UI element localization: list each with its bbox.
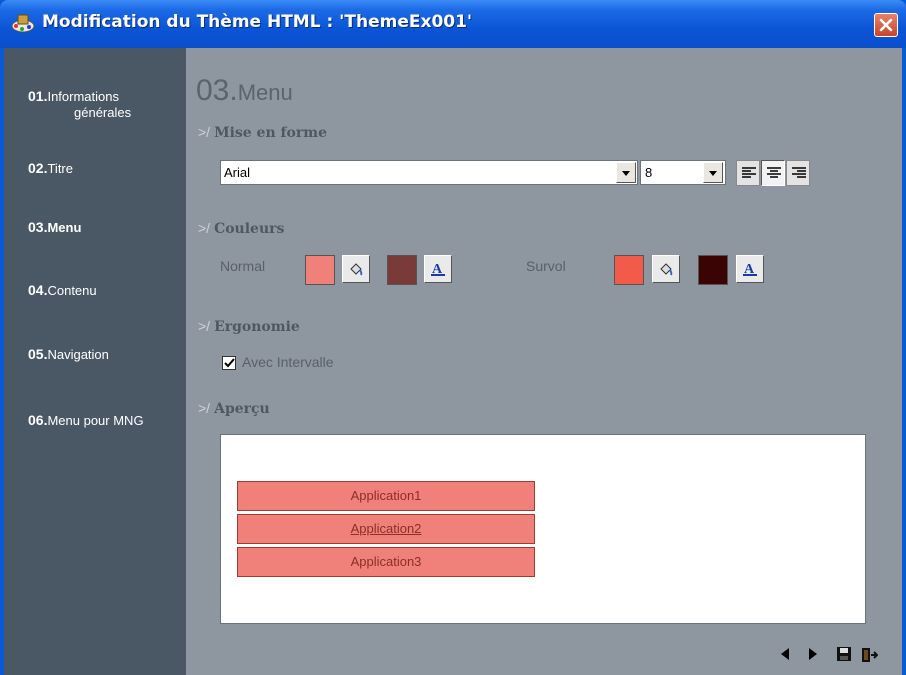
font-select[interactable]: Arial bbox=[220, 160, 638, 185]
hover-text-color-button[interactable]: A bbox=[736, 255, 764, 283]
checkmark-icon bbox=[224, 358, 235, 368]
section-ergonomy-heading: >/Ergonomie bbox=[198, 318, 300, 335]
window-title: Modification du Thème HTML : 'ThemeEx001… bbox=[42, 12, 473, 32]
preview-menu-item[interactable]: Application3 bbox=[237, 547, 535, 577]
save-button[interactable] bbox=[836, 646, 852, 667]
sidebar-item-titre[interactable]: 02.Titre bbox=[28, 160, 73, 176]
main-panel: 03.Menu >/Mise en forme Arial 8 >/ Coule… bbox=[186, 48, 902, 675]
normal-text-color-button[interactable]: A bbox=[424, 255, 452, 283]
preview-menu-item[interactable]: Application1 bbox=[237, 481, 535, 511]
next-button[interactable] bbox=[806, 646, 820, 667]
text-color-icon: A bbox=[743, 262, 757, 277]
exit-icon bbox=[862, 648, 879, 662]
sidebar-item-menu-mng[interactable]: 06.Menu pour MNG bbox=[28, 412, 144, 428]
text-color-icon: A bbox=[431, 262, 445, 277]
sidebar-item-navigation[interactable]: 05.Navigation bbox=[28, 346, 109, 362]
section-colors-heading: >/Couleurs bbox=[198, 220, 285, 237]
interval-checkbox[interactable] bbox=[222, 356, 236, 370]
section-preview-heading: >/Aperçu bbox=[198, 400, 270, 417]
paint-bucket-icon bbox=[350, 263, 363, 276]
close-button[interactable] bbox=[874, 13, 898, 37]
prev-icon bbox=[781, 648, 789, 660]
normal-background-swatch[interactable] bbox=[305, 255, 335, 285]
align-left-icon bbox=[742, 167, 756, 178]
sidebar-item-informations[interactable]: 01.Informations générales bbox=[28, 88, 131, 120]
previous-button[interactable] bbox=[778, 646, 792, 667]
font-size-select[interactable]: 8 bbox=[640, 160, 726, 185]
align-right-icon bbox=[792, 167, 806, 178]
hover-background-swatch[interactable] bbox=[614, 255, 644, 285]
menu-preview: Application1 Application2 Application3 bbox=[220, 434, 866, 624]
hover-label: Survol bbox=[526, 258, 566, 274]
section-format-heading: >/Mise en forme bbox=[198, 124, 327, 141]
dialog-window: Modification du Thème HTML : 'ThemeEx001… bbox=[0, 0, 906, 675]
sidebar-item-sublabel: générales bbox=[74, 105, 132, 120]
sidebar-item-contenu[interactable]: 04.Contenu bbox=[28, 282, 97, 298]
next-icon bbox=[809, 648, 817, 660]
hover-text-swatch[interactable] bbox=[698, 255, 728, 285]
close-icon bbox=[879, 18, 893, 32]
align-left-button[interactable] bbox=[736, 160, 760, 186]
theme-app-icon bbox=[10, 12, 36, 34]
save-icon bbox=[837, 647, 851, 661]
sidebar: 01.Informations générales 02.Titre 03.Me… bbox=[4, 48, 186, 675]
align-right-button[interactable] bbox=[786, 160, 810, 186]
chevron-down-icon[interactable] bbox=[703, 162, 723, 183]
preview-menu-item[interactable]: Application2 bbox=[237, 514, 535, 544]
align-center-icon bbox=[767, 167, 781, 178]
interval-checkbox-label[interactable]: Avec Intervalle bbox=[242, 354, 334, 370]
exit-button[interactable] bbox=[860, 646, 879, 669]
sidebar-item-menu[interactable]: 03.Menu bbox=[28, 219, 81, 235]
hover-fill-button[interactable] bbox=[652, 255, 680, 283]
normal-text-swatch[interactable] bbox=[387, 255, 417, 285]
normal-fill-button[interactable] bbox=[342, 255, 370, 283]
chevron-down-icon[interactable] bbox=[616, 162, 636, 183]
client-area: 01.Informations générales 02.Titre 03.Me… bbox=[4, 48, 902, 675]
normal-label: Normal bbox=[220, 258, 266, 274]
paint-bucket-icon bbox=[660, 263, 673, 276]
page-title: 03.Menu bbox=[196, 74, 293, 107]
align-center-button[interactable] bbox=[761, 160, 785, 186]
title-bar[interactable]: Modification du Thème HTML : 'ThemeEx001… bbox=[0, 0, 906, 48]
